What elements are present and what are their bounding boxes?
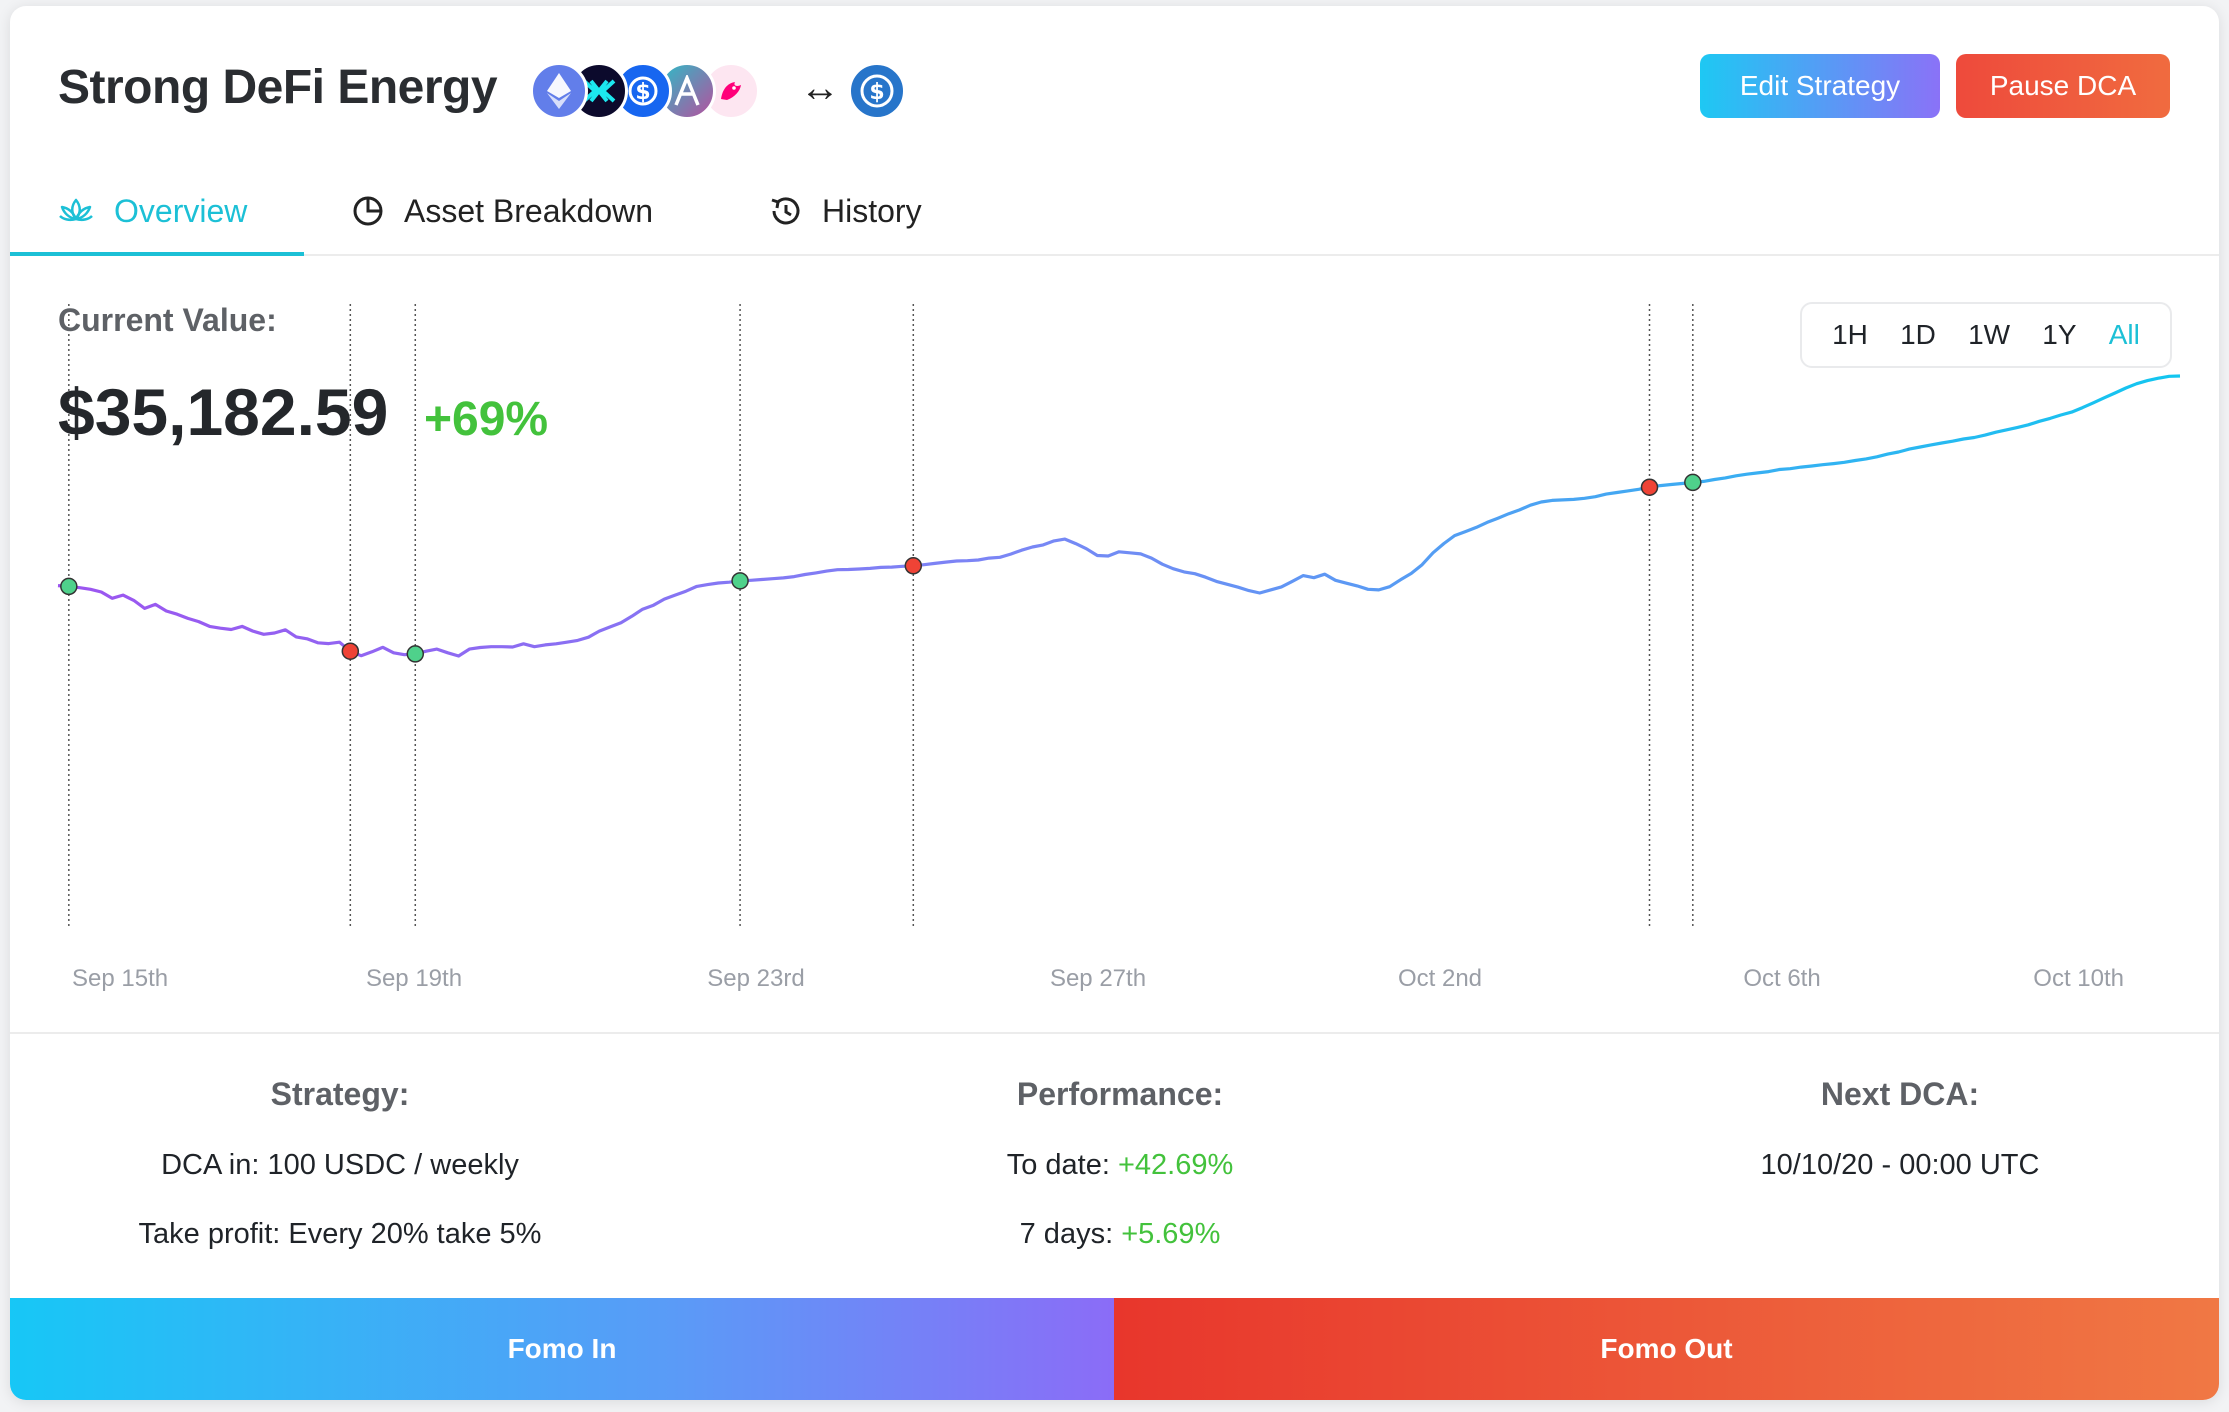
range-all[interactable]: All [2109, 319, 2140, 351]
sell-marker[interactable] [904, 557, 923, 575]
tab-bar: Overview Asset Breakdown History [10, 166, 2219, 256]
lotus-icon [59, 198, 93, 222]
history-icon [771, 197, 800, 225]
next-dca-heading: Next DCA: [1820, 1076, 1980, 1112]
next-dca-value: 10/10/20 - 00:00 UTC [1760, 1149, 2040, 1181]
sell-marker[interactable] [341, 642, 360, 660]
sell-marker[interactable] [1640, 478, 1659, 496]
x-axis-tick-label: Sep 19th [366, 965, 462, 992]
strategy-heading: Strategy: [270, 1076, 410, 1112]
x-axis-tick-label: Oct 6th [1743, 965, 1820, 992]
tab-asset-breakdown-label: Asset Breakdown [404, 192, 654, 229]
to-date-value: +42.69% [1117, 1149, 1234, 1181]
seven-days-label: 7 days: [1019, 1218, 1114, 1250]
usdc-icon: $ [848, 62, 906, 120]
value-change: +69% [424, 393, 549, 446]
x-axis-tick-label: Sep 23rd [707, 965, 804, 992]
x-axis-tick-label: Oct 10th [2033, 965, 2124, 992]
dca-in-text: DCA in: 100 USDC / weekly [161, 1149, 519, 1181]
section-divider [10, 1032, 2219, 1034]
to-date-label: To date: [1006, 1149, 1110, 1181]
time-range-selector: 1H 1D 1W 1Y All [1800, 302, 2172, 368]
tab-overview[interactable]: Overview [58, 166, 247, 256]
seven-days-row: 7 days: +5.69% [860, 1218, 1380, 1251]
buy-marker[interactable] [1684, 473, 1702, 492]
x-axis-tick-label: Oct 2nd [1398, 965, 1482, 992]
page-title: Strong DeFi Energy [58, 61, 498, 114]
current-value: $35,182.59 [58, 375, 389, 449]
performance-heading: Performance: [1016, 1076, 1224, 1112]
fomo-in-button[interactable]: Fomo In [10, 1298, 1114, 1400]
tab-overview-label: Overview [114, 192, 248, 229]
buy-marker[interactable] [731, 572, 749, 590]
pause-dca-button[interactable]: Pause DCA [1956, 54, 2170, 118]
range-1d[interactable]: 1D [1900, 319, 1936, 351]
fomo-out-button[interactable]: Fomo Out [1114, 1298, 2219, 1400]
pie-chart-icon [353, 196, 383, 226]
swap-arrow-icon: ↔ [800, 66, 840, 110]
seven-days-value: +5.69% [1121, 1218, 1221, 1250]
x-axis-tick-label: Sep 15th [72, 965, 168, 992]
take-profit-text: Take profit: Every 20% take 5% [138, 1218, 542, 1250]
strategy-section: Strategy: DCA in: 100 USDC / weekly Take… [70, 1076, 610, 1287]
svg-text:$: $ [635, 80, 650, 105]
edit-strategy-button[interactable]: Edit Strategy [1700, 54, 1940, 118]
current-value-label: Current Value: [58, 302, 277, 338]
ethereum-icon [530, 62, 588, 120]
buy-marker[interactable] [60, 577, 78, 596]
range-1h[interactable]: 1H [1832, 319, 1868, 351]
range-1y[interactable]: 1Y [2042, 319, 2076, 351]
token-pair: $ ↔ $ [530, 58, 930, 122]
tab-asset-breakdown[interactable]: Asset Breakdown [352, 166, 653, 256]
strategy-card: Strong DeFi Energy $ ↔ $ Edit Strategy P… [10, 6, 2219, 1400]
performance-section: Performance: To date: +42.69% 7 days: +5… [860, 1076, 1380, 1287]
svg-text:$: $ [869, 80, 884, 105]
x-axis-tick-label: Sep 27th [1050, 965, 1146, 992]
next-dca-section: Next DCA: 10/10/20 - 00:00 UTC [1640, 1076, 2160, 1218]
tab-history-label: History [822, 192, 922, 229]
buy-marker[interactable] [406, 645, 425, 663]
to-date-row: To date: +42.69% [860, 1149, 1380, 1182]
tab-history[interactable]: History [768, 166, 922, 256]
range-1w[interactable]: 1W [1968, 319, 2010, 351]
